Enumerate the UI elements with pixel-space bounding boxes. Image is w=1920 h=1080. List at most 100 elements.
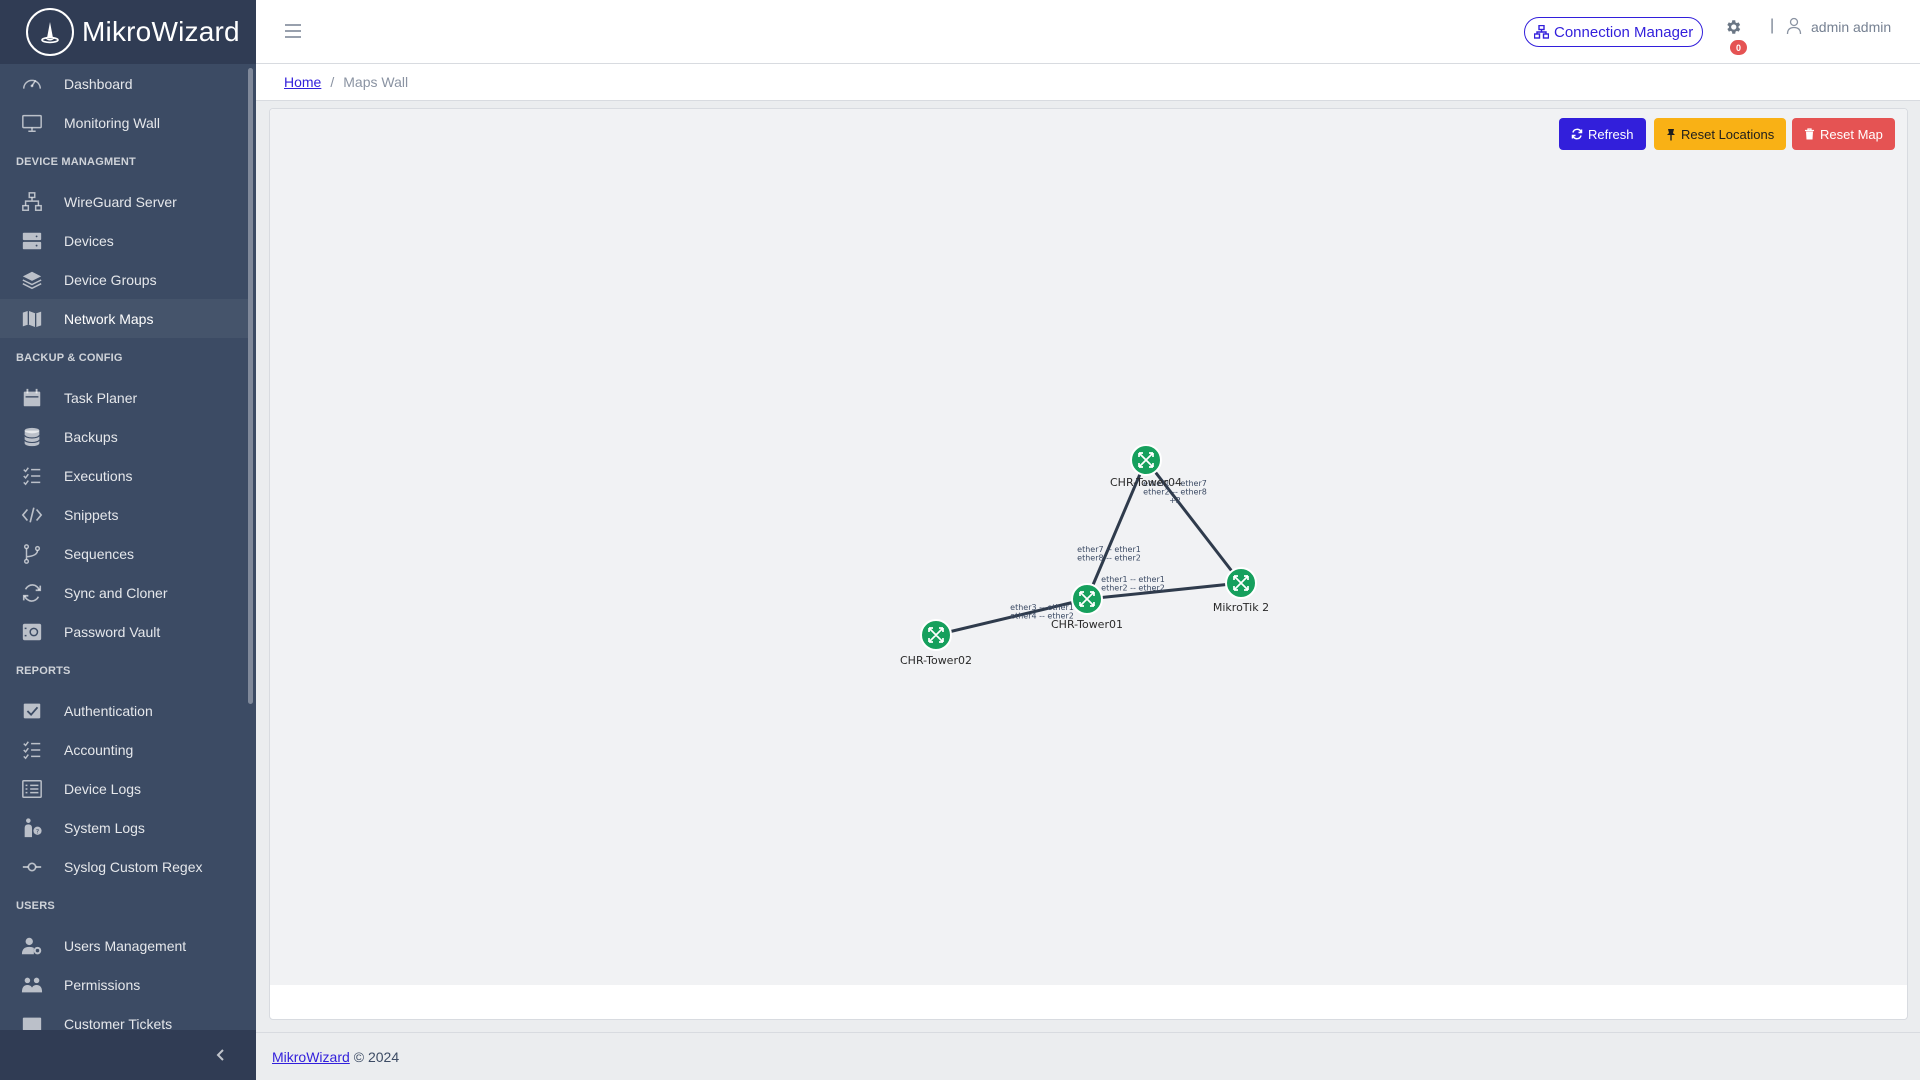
- sidebar-item-devices[interactable]: Devices: [0, 221, 248, 260]
- sidebar-item-monitoring-wall[interactable]: Monitoring Wall: [0, 103, 248, 142]
- brand[interactable]: MikroWizard: [0, 0, 256, 64]
- network-icon: [20, 190, 44, 214]
- user-name[interactable]: admin admin: [1811, 19, 1891, 35]
- map-node[interactable]: [1071, 583, 1103, 615]
- sidebar-item-authentication[interactable]: Authentication: [0, 691, 248, 730]
- person-question-icon: ?: [20, 816, 44, 840]
- node-label: CHR-Tower01: [1051, 618, 1123, 631]
- breadcrumb: Home / Maps Wall: [256, 64, 1920, 101]
- sidebar-item-label: Permissions: [64, 976, 141, 993]
- map-node[interactable]: [920, 619, 952, 651]
- sidebar-item-label: System Logs: [64, 819, 145, 836]
- header: Connection Manager 0 | admin admin: [256, 0, 1920, 64]
- sidebar-item-syslog-custom-regex[interactable]: Syslog Custom Regex: [0, 847, 248, 886]
- map-icon: [20, 307, 44, 331]
- sidebar-item-label: Monitoring Wall: [64, 114, 160, 131]
- link-port-label: ether8 -- ether2: [1077, 554, 1141, 563]
- sidebar-item-label: WireGuard Server: [64, 193, 177, 210]
- map-node[interactable]: [1225, 567, 1257, 599]
- sidebar-item-label: Device Logs: [64, 780, 142, 797]
- nav-section-title: BACKUP & CONFIG: [16, 352, 123, 364]
- reset-map-button[interactable]: Reset Map: [1792, 118, 1895, 150]
- chevron-left-icon: [216, 1049, 224, 1061]
- nav-section-title: USERS: [16, 900, 55, 912]
- breadcrumb-current: Maps Wall: [343, 74, 409, 90]
- layers-icon: [20, 268, 44, 292]
- sidebar-item-device-logs[interactable]: Device Logs: [0, 769, 248, 808]
- database-icon: [20, 425, 44, 449]
- breadcrumb-separator: /: [330, 74, 335, 90]
- reset-map-label: Reset Map: [1820, 126, 1883, 142]
- sidebar-item-sequences[interactable]: Sequences: [0, 534, 248, 573]
- map-node[interactable]: [1130, 444, 1162, 476]
- sidebar-item-network-maps[interactable]: Network Maps: [0, 299, 248, 338]
- refresh-button[interactable]: Refresh: [1559, 118, 1646, 150]
- sidebar-item-label: Sequences: [64, 545, 135, 562]
- server-icon: [20, 229, 44, 253]
- sidebar-item-permissions[interactable]: Permissions: [0, 965, 248, 1004]
- list-check-icon: [20, 738, 44, 762]
- sidebar-item-backups[interactable]: Backups: [0, 417, 248, 456]
- sidebar-item-accounting[interactable]: Accounting: [0, 730, 248, 769]
- gear-icon[interactable]: [1724, 18, 1742, 36]
- svg-text:?: ?: [36, 827, 39, 835]
- sidebar-item-label: Dashboard: [64, 75, 133, 92]
- monitor-icon: [20, 111, 44, 135]
- calendar-icon: [20, 386, 44, 410]
- sidebar-item-dashboard[interactable]: Dashboard: [0, 64, 248, 103]
- refresh-label: Refresh: [1588, 126, 1634, 142]
- sidebar-item-task-planer[interactable]: Task Planer: [0, 378, 248, 417]
- sidebar-item-label: Sync and Cloner: [64, 584, 168, 601]
- refresh-icon: [1571, 128, 1583, 140]
- sidebar: MikroWizard Dashboard Monitoring Wall DEVI…: [0, 0, 256, 1080]
- footer-link[interactable]: MikroWizard: [272, 1049, 350, 1065]
- network-topology[interactable]: ether7 -- ether1ether8 -- ether2ether1 -…: [270, 109, 1907, 985]
- sidebar-item-users-management[interactable]: Users Management: [0, 926, 248, 965]
- sidebar-toggler[interactable]: [0, 1030, 256, 1080]
- link-port-label: +2: [1169, 496, 1181, 505]
- connection-manager-label: Connection Manager: [1554, 23, 1694, 41]
- list-check-icon: [20, 464, 44, 488]
- branch-icon: [20, 542, 44, 566]
- nav-section-title: DEVICE MANAGMENT: [16, 156, 136, 168]
- sidebar-item-password-vault[interactable]: Password Vault: [0, 612, 248, 651]
- sidebar-item-label: Devices: [64, 232, 114, 249]
- sidebar-item-label: Task Planer: [64, 389, 138, 406]
- sidebar-item-system-logs[interactable]: ? System Logs: [0, 808, 248, 847]
- sidebar-item-label: Users Management: [64, 937, 187, 954]
- sidebar-item-label: Executions: [64, 467, 133, 484]
- reset-locations-button[interactable]: Reset Locations: [1654, 118, 1787, 150]
- connection-manager-button[interactable]: Connection Manager: [1524, 17, 1704, 47]
- node-label: MikroTik 2: [1213, 601, 1269, 614]
- footer: MikroWizard © 2024: [256, 1032, 1920, 1080]
- check-box-icon: [20, 699, 44, 723]
- hamburger-menu-icon[interactable]: [282, 20, 304, 42]
- sidebar-item-label: Customer Tickets: [64, 1015, 173, 1031]
- sidebar-item-label: Network Maps: [64, 310, 154, 327]
- user-icon[interactable]: [1786, 17, 1802, 35]
- nav-section-title: REPORTS: [16, 665, 71, 677]
- reset-locations-label: Reset Locations: [1681, 126, 1775, 142]
- sidebar-item-label: Snippets: [64, 506, 119, 523]
- brand-name: MikroWizard: [82, 16, 240, 47]
- node-label: CHR-Tower04: [1110, 476, 1182, 489]
- maps-card: ether7 -- ether1 ether8 -- ether2 ether1 -…: [269, 108, 1908, 1020]
- sidebar-scrollbar[interactable]: [248, 68, 253, 704]
- vault-icon: [20, 620, 44, 644]
- sidebar-item-customer-tickets[interactable]: Customer Tickets: [0, 1004, 248, 1030]
- sidebar-item-label: Syslog Custom Regex: [64, 858, 203, 875]
- notification-badge: 0: [1730, 40, 1747, 55]
- sidebar-item-executions[interactable]: Executions: [0, 456, 248, 495]
- breadcrumb-home-link[interactable]: Home: [284, 74, 321, 90]
- sidebar-item-label: Password Vault: [64, 623, 161, 640]
- sidebar-item-label: Authentication: [64, 702, 153, 719]
- sidebar-item-label: Device Groups: [64, 271, 157, 288]
- sidebar-item-wireguard-server[interactable]: WireGuard Server: [0, 182, 248, 221]
- network-map-canvas[interactable]: ether7 -- ether1 ether8 -- ether2 ether1 -…: [270, 109, 1907, 985]
- speedometer-icon: [20, 72, 44, 96]
- list-rich-icon: [20, 777, 44, 801]
- sidebar-item-sync-and-cloner[interactable]: Sync and Cloner: [0, 573, 248, 612]
- trash-icon: [1805, 128, 1814, 140]
- sidebar-item-snippets[interactable]: Snippets: [0, 495, 248, 534]
- sidebar-item-device-groups[interactable]: Device Groups: [0, 260, 248, 299]
